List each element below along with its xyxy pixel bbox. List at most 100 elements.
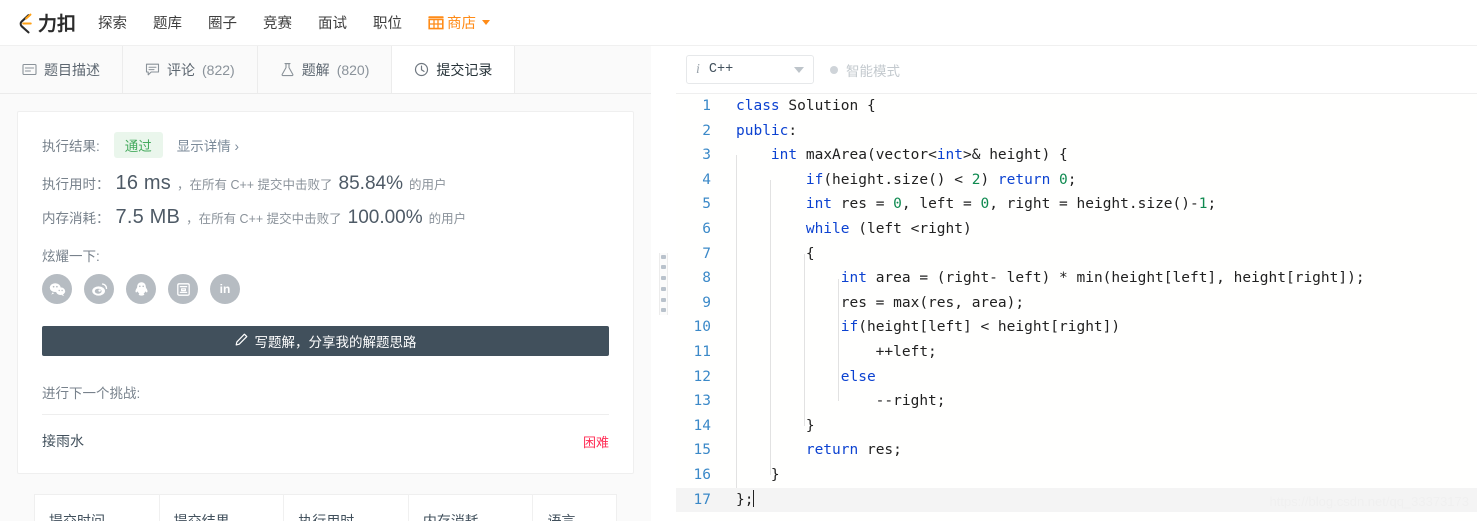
code-line[interactable]: 3 int maxArea(vector<int>& height) { xyxy=(676,143,1477,168)
store-icon xyxy=(428,15,444,30)
nav-link-shop[interactable]: 商店 xyxy=(428,12,491,33)
line-number: 14 xyxy=(693,417,711,434)
code-line[interactable]: 12 else xyxy=(676,365,1477,390)
code-line-text: { xyxy=(736,245,815,262)
share-linkedin-button[interactable]: in xyxy=(210,274,240,304)
nav-link-problems[interactable]: 题库 xyxy=(153,12,182,33)
show-detail-link[interactable]: 显示详情 › xyxy=(177,135,239,155)
code-line-text: int maxArea(vector<int>& height) { xyxy=(770,147,1068,164)
chevron-down-icon xyxy=(482,20,491,25)
smart-mode-dot-icon xyxy=(830,65,838,74)
line-number: 3 xyxy=(702,147,711,164)
tab-comments[interactable]: 评论 (822) xyxy=(123,46,258,93)
editor-toolbar: i C++ 智能模式 xyxy=(676,46,1477,94)
share-wechat-button[interactable] xyxy=(42,274,72,304)
share-douban-button[interactable] xyxy=(168,274,198,304)
code-line[interactable]: 2 public: xyxy=(676,119,1477,144)
tab-submissions-label: 提交记录 xyxy=(436,61,493,78)
code-line-text: }; xyxy=(736,489,755,508)
code-line[interactable]: 5 int res = 0, left = 0, right = height.… xyxy=(676,192,1477,217)
memory-tail-text: 的用户 xyxy=(428,212,467,226)
code-line-text: class Solution { xyxy=(736,98,876,114)
code-line-text: public: xyxy=(736,122,798,139)
pane-divider xyxy=(651,46,676,521)
nav-link-circle[interactable]: 圈子 xyxy=(208,12,237,33)
tab-description[interactable]: 题目描述 xyxy=(0,46,123,93)
chevron-down-icon xyxy=(794,66,804,73)
code-editor[interactable]: 1 class Solution {2 public: 3 int maxArea(v… xyxy=(676,94,1477,521)
qq-icon xyxy=(134,281,149,297)
next-problem-link[interactable]: 接雨水 xyxy=(42,431,84,451)
runtime-middle-text: ，在所有 C++ 提交中击败了 xyxy=(176,178,333,192)
column-header-runtime[interactable]: 执行用时 xyxy=(283,494,409,521)
column-header-language[interactable]: 语言 xyxy=(533,495,617,521)
code-line[interactable]: 9 res = max(res, area); xyxy=(676,291,1477,316)
column-header-submit-time[interactable]: 提交时间 xyxy=(34,494,160,521)
code-line[interactable]: 11 ++left; xyxy=(676,340,1477,365)
pane-resize-handle[interactable] xyxy=(659,252,668,315)
code-line-text: else xyxy=(840,368,876,385)
clock-icon xyxy=(414,62,429,77)
code-line[interactable]: 10 if(height[left] < height[right]) xyxy=(676,315,1477,340)
code-line-text: if(height.size() < 2) return 0; xyxy=(805,171,1077,188)
code-line[interactable]: 6 while (left <right) xyxy=(676,217,1477,242)
difficulty-badge[interactable]: 困难 xyxy=(583,432,609,451)
code-line[interactable]: 7 { xyxy=(676,242,1477,267)
comment-icon xyxy=(145,62,160,77)
language-select[interactable]: i C++ xyxy=(686,55,814,84)
column-header-memory[interactable]: 内存消耗 xyxy=(408,494,534,521)
write-solution-label: 写题解，分享我的解题思路 xyxy=(254,335,417,350)
leetcode-submission-page: 力扣 探索 题库 圈子 竞赛 面试 职位 商店 题目描述 评论 (822) 题解… xyxy=(0,0,1477,521)
tab-solutions[interactable]: 题解 (820) xyxy=(258,46,393,93)
code-line-text: if(height[left] < height[right]) xyxy=(840,319,1121,336)
submissions-table-wrap: 提交时间 提交结果 执行用时 内存消耗 语言 xyxy=(17,494,634,521)
nav-link-explore[interactable]: 探索 xyxy=(98,12,127,33)
submissions-table: 提交时间 提交结果 执行用时 内存消耗 语言 xyxy=(34,494,617,521)
smart-mode-toggle[interactable]: 智能模式 xyxy=(830,60,900,80)
drag-dot xyxy=(661,254,666,259)
line-number: 1 xyxy=(702,98,711,114)
tab-comments-label: 评论 xyxy=(167,61,195,78)
code-line-text: --right; xyxy=(736,393,946,410)
tab-submissions[interactable]: 提交记录 xyxy=(392,46,516,93)
nav-link-interview[interactable]: 面试 xyxy=(318,12,347,33)
douban-icon xyxy=(176,282,191,297)
memory-stat-row: 内存消耗： 7.5 MB ，在所有 C++ 提交中击败了 100.00% 的用户 xyxy=(42,206,609,229)
tab-solutions-label: 题解 xyxy=(301,61,330,78)
line-number: 5 xyxy=(702,196,711,213)
drag-dot xyxy=(661,297,666,302)
status-badge: 通过 xyxy=(113,132,163,158)
code-line[interactable]: 15 return res; xyxy=(676,438,1477,463)
share-qq-button[interactable] xyxy=(126,274,156,304)
leetcode-logo[interactable]: 力扣 xyxy=(14,9,76,36)
column-header-result[interactable]: 提交结果 xyxy=(159,494,285,521)
smart-mode-label: 智能模式 xyxy=(846,63,900,79)
drag-dot xyxy=(661,276,666,281)
info-icon: i xyxy=(696,61,700,77)
top-navbar: 力扣 探索 题库 圈子 竞赛 面试 职位 商店 xyxy=(0,0,1477,46)
code-line[interactable]: 1 class Solution { xyxy=(676,94,1477,119)
write-solution-button[interactable]: 写题解，分享我的解题思路 xyxy=(42,326,609,356)
share-weibo-button[interactable] xyxy=(84,274,114,304)
tabbar-filler xyxy=(515,46,651,94)
weibo-icon xyxy=(91,282,108,297)
line-number: 10 xyxy=(693,319,711,336)
code-line[interactable]: 4 if(height.size() < 2) return 0; xyxy=(676,168,1477,193)
description-icon xyxy=(22,62,37,77)
runtime-value: 16 ms xyxy=(115,172,171,194)
memory-percentile: 100.00% xyxy=(347,207,423,228)
code-line[interactable]: 13 --right; xyxy=(676,389,1477,414)
code-line-text: ++left; xyxy=(736,343,937,360)
wechat-icon xyxy=(49,282,66,297)
code-line[interactable]: 8 int area = (right- left) * min(height[… xyxy=(676,266,1477,291)
code-line[interactable]: 14 } xyxy=(676,414,1477,439)
submission-result-scroll[interactable]: 执行结果: 通过 显示详情 › 执行用时： 16 ms ，在所有 C++ 提交中… xyxy=(0,94,651,521)
code-line[interactable]: 16 } xyxy=(676,463,1477,488)
nav-link-jobs[interactable]: 职位 xyxy=(373,12,402,33)
nav-link-contest[interactable]: 竞赛 xyxy=(263,12,292,33)
runtime-tail-text: 的用户 xyxy=(409,178,447,192)
code-line-text: } xyxy=(736,417,815,434)
share-buttons-row: in xyxy=(42,274,609,304)
code-line-text: res = max(res, area); xyxy=(736,294,1025,311)
line-number: 9 xyxy=(702,294,711,311)
